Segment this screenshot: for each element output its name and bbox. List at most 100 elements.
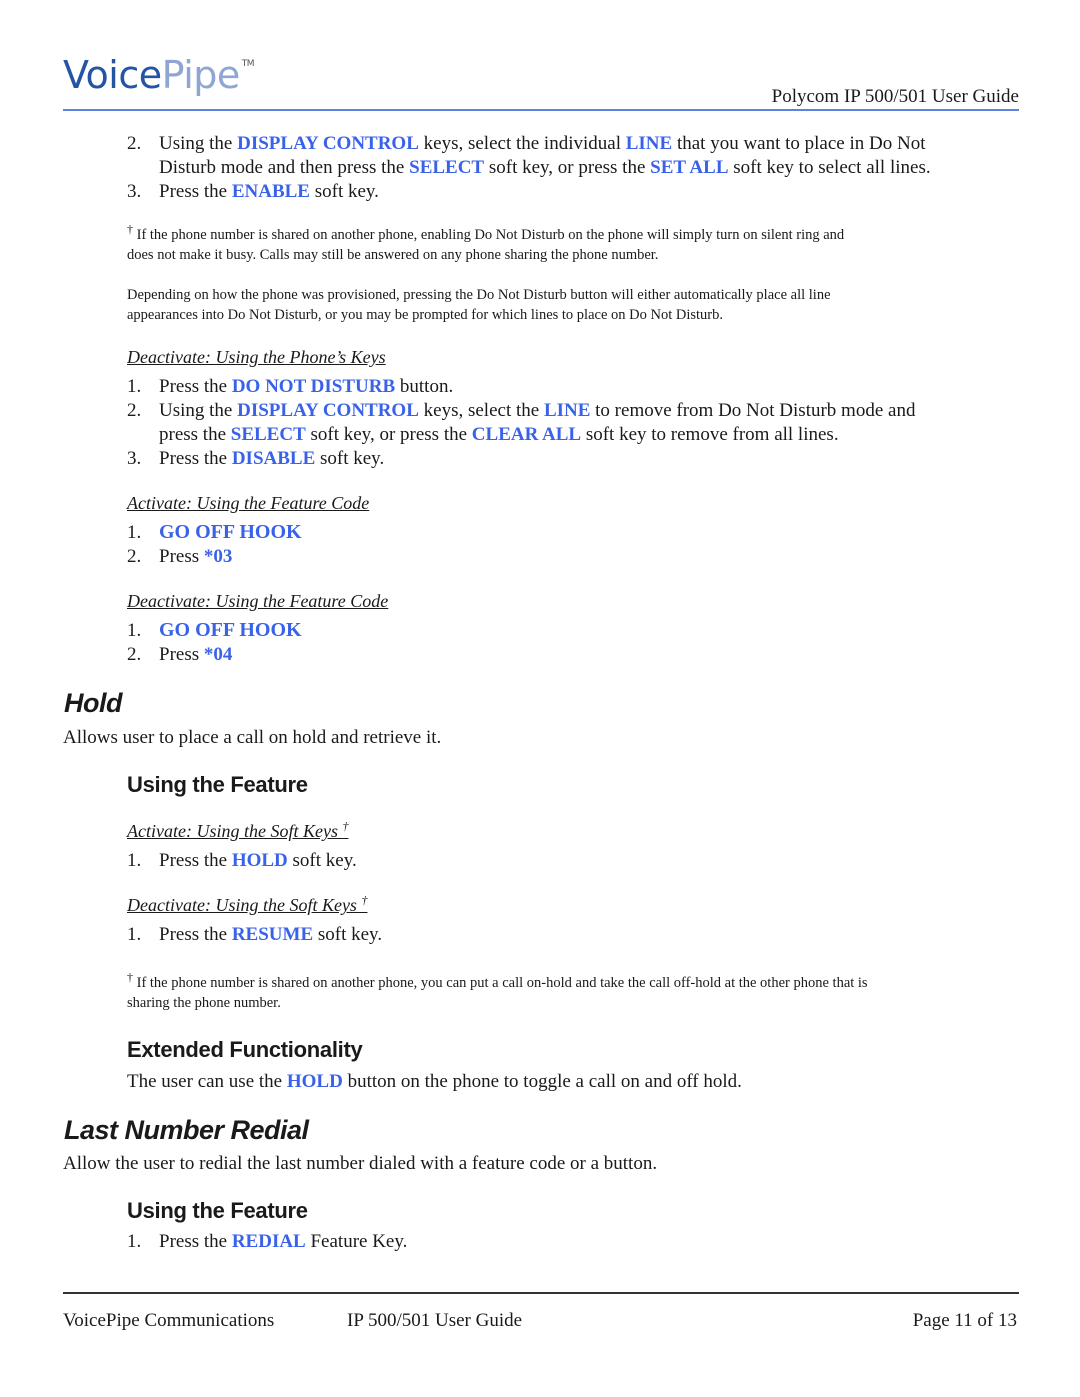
footer-company: VoicePipe Communications — [63, 1310, 275, 1331]
step-number: 3. — [127, 181, 142, 202]
list-item: 1. GO OFF HOOK — [127, 618, 302, 643]
keyword: ENABLE — [231, 181, 310, 202]
subheading-deactivate-soft-keys: Deactivate: Using the Soft Keys † — [127, 893, 368, 916]
list-item: 1. Press the RESUME soft key. — [127, 923, 382, 947]
list-item: 1. Press the HOLD soft key. — [127, 849, 357, 873]
text: appearances into Do Not Disturb, or you … — [127, 307, 723, 323]
extended-functionality-text: The user can use the HOLD button on the … — [127, 1070, 742, 1094]
text: sharing the phone number. — [127, 995, 281, 1011]
text: soft key. — [315, 448, 385, 469]
subheading-deactivate-phone-keys: Deactivate: Using the Phone’s Keys — [127, 347, 386, 367]
redial-description: Allow the user to redial the last number… — [63, 1153, 658, 1174]
subsection-using-feature: Using the Feature — [127, 772, 308, 797]
keyword: SELECT — [230, 424, 306, 445]
text: Using the — [159, 400, 238, 421]
subsection-extended-functionality: Extended Functionality — [127, 1037, 363, 1062]
keyword: DISPLAY CONTROL — [237, 133, 419, 154]
list-item: 2. Press *04 — [127, 643, 232, 667]
list-item: 3. Press the DISABLE soft key. — [127, 447, 384, 471]
text: Using the — [159, 133, 238, 154]
text: soft key. — [313, 924, 383, 945]
keyword: REDIAL — [231, 1231, 306, 1252]
section-title-last-number-redial: Last Number Redial — [64, 1115, 309, 1145]
text: that you want to place in Do Not — [672, 133, 926, 154]
text: If the phone number is shared on another… — [136, 975, 868, 991]
keyword: GO OFF HOOK — [159, 619, 302, 641]
text: button on the phone to toggle a call on … — [342, 1071, 742, 1092]
text: does not make it busy. Calls may still b… — [127, 247, 659, 263]
provisioning-note: Depending on how the phone was provision… — [127, 285, 1027, 325]
keyword: RESUME — [231, 924, 314, 945]
text: The user can use the — [127, 1071, 287, 1092]
footnote-hold: † If the phone number is shared on anoth… — [127, 970, 1027, 1013]
text: Press the — [159, 924, 232, 945]
feature-code: *04 — [203, 644, 233, 665]
text: press the — [159, 424, 231, 445]
text: keys, select the individual — [418, 133, 626, 154]
step-number: 1. — [127, 620, 142, 641]
text: soft key. — [309, 181, 379, 202]
list-item: 3. Press the ENABLE soft key. — [127, 180, 379, 204]
text: soft key. — [287, 850, 357, 871]
step-number: 2. — [127, 644, 142, 665]
list-item: 2. Press *03 — [127, 545, 232, 569]
trademark-mark: TM — [241, 59, 255, 69]
dagger-mark: † — [342, 819, 349, 833]
footnote-dnd: † If the phone number is shared on anoth… — [127, 222, 1027, 265]
keyword: HOLD — [231, 850, 288, 871]
step-number: 1. — [127, 1231, 142, 1252]
text: Press — [159, 546, 204, 567]
section-title-hold: Hold — [64, 688, 123, 718]
dagger-mark: † — [361, 893, 368, 907]
text: Disturb mode and then press the — [159, 157, 410, 178]
step-number: 1. — [127, 376, 142, 397]
footer-divider — [63, 1292, 1019, 1294]
keyword: DO NOT DISTURB — [231, 376, 396, 397]
list-item: 2. Using the DISPLAY CONTROL keys, select… — [127, 399, 1017, 447]
keyword: HOLD — [286, 1071, 343, 1092]
list-item: 2. Using the DISPLAY CONTROL keys, select… — [127, 132, 1017, 180]
keyword: GO OFF HOOK — [159, 521, 302, 543]
dagger-mark: † — [127, 222, 133, 237]
subheading-deactivate-feature-code: Deactivate: Using the Feature Code — [127, 591, 389, 611]
footer-guide-title: IP 500/501 User Guide — [347, 1310, 523, 1331]
feature-code: *03 — [203, 546, 233, 567]
step-number: 2. — [127, 400, 142, 421]
text: button. — [395, 376, 454, 397]
step-number: 1. — [127, 522, 142, 543]
subsection-using-feature-redial: Using the Feature — [127, 1198, 308, 1223]
text: keys, select the — [418, 400, 544, 421]
text: Press the — [159, 448, 232, 469]
dagger-mark: † — [127, 970, 133, 985]
logo-text-accent: Pipe — [161, 53, 241, 97]
text: If the phone number is shared on another… — [136, 227, 845, 243]
text: soft key, or press the — [484, 157, 651, 178]
text: Depending on how the phone was provision… — [127, 287, 831, 303]
text: Press — [159, 644, 204, 665]
step-number: 1. — [127, 924, 142, 945]
text: to remove from Do Not Disturb mode and — [590, 400, 916, 421]
page-number: Page 11 of 13 — [912, 1310, 1017, 1331]
list-item: 1. GO OFF HOOK — [127, 520, 302, 545]
text: Activate: Using the Soft Keys — [127, 821, 338, 841]
header-divider — [63, 109, 1019, 111]
text: soft key, or press the — [305, 424, 472, 445]
subheading-activate-soft-keys: Activate: Using the Soft Keys † — [127, 819, 349, 842]
text: Press the — [159, 376, 232, 397]
document-title: Polycom IP 500/501 User Guide — [771, 86, 1019, 107]
keyword: DISABLE — [231, 448, 316, 469]
keyword: SELECT — [409, 157, 485, 178]
step-number: 2. — [127, 133, 142, 154]
step-number: 2. — [127, 546, 142, 567]
keyword: SET ALL — [650, 157, 729, 178]
list-item: 1. Press the REDIAL Feature Key. — [127, 1230, 407, 1254]
list-item: 1. Press the DO NOT DISTURB button. — [127, 375, 453, 399]
text: Press the — [159, 1231, 232, 1252]
keyword: DISPLAY CONTROL — [237, 400, 419, 421]
step-number: 1. — [127, 850, 142, 871]
text: soft key to remove from all lines. — [581, 424, 839, 445]
keyword: LINE — [543, 400, 591, 421]
text: Feature Key. — [305, 1231, 408, 1252]
subheading-activate-feature-code: Activate: Using the Feature Code — [127, 493, 370, 513]
text: Deactivate: Using the Soft Keys — [127, 895, 357, 915]
